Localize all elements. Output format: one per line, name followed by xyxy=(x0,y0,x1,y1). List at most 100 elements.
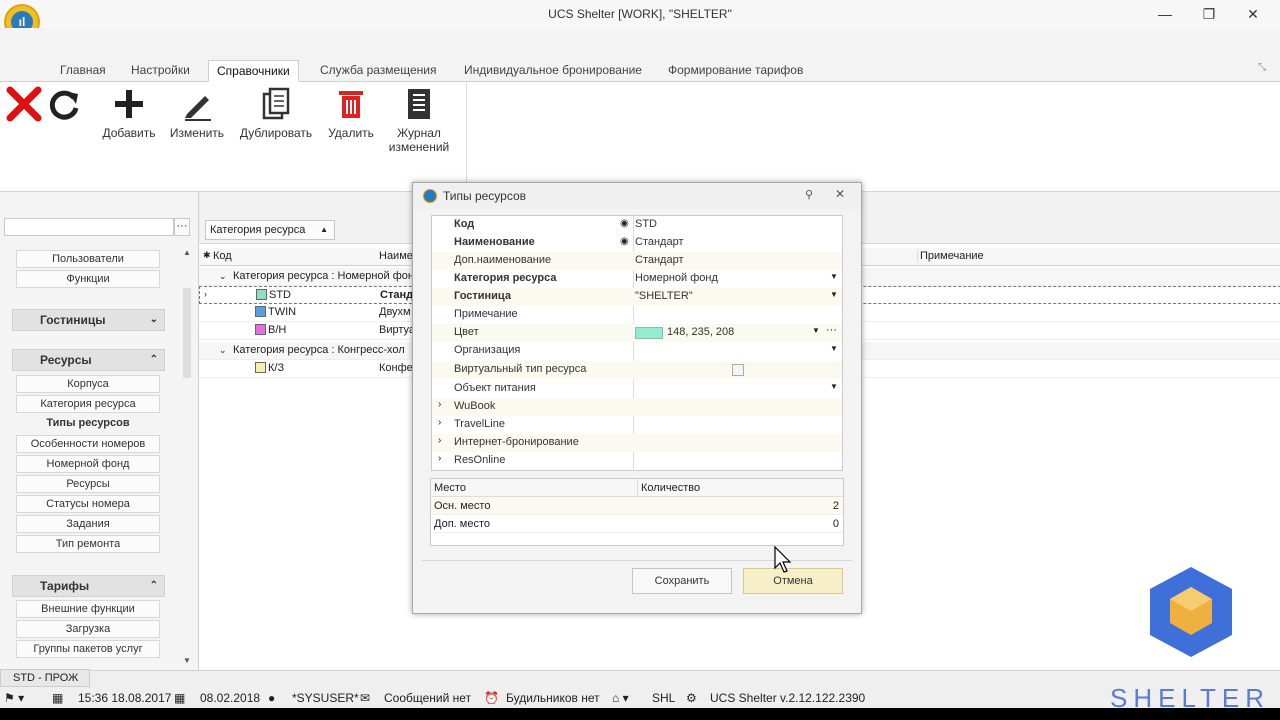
sidebar-item-room-statuses[interactable]: Статусы номера xyxy=(16,495,160,513)
restore-button[interactable]: ❐ xyxy=(1194,4,1224,24)
prop-resonline[interactable]: › ResOnline xyxy=(432,452,842,470)
flag-icon[interactable]: ⚑ ▾ xyxy=(4,691,24,705)
prop-name[interactable]: Наименование ◉ Стандарт xyxy=(432,234,842,252)
dialog-close-button[interactable]: ✕ xyxy=(835,187,845,201)
cancel-x-button[interactable] xyxy=(6,86,42,126)
prop-travelline[interactable]: › TravelLine xyxy=(432,416,842,434)
envelope-icon: ✉ xyxy=(360,691,371,705)
sidebar-item-users[interactable]: Пользователи xyxy=(16,250,160,268)
prop-value-alt-name[interactable]: Стандарт xyxy=(635,254,684,266)
scroll-up-icon[interactable]: ▲ xyxy=(183,248,191,257)
document-tab[interactable]: STD - ПРОЖ xyxy=(0,669,90,687)
sidebar-search-options-button[interactable]: ··· xyxy=(174,218,190,236)
sidebar-group-hotels[interactable]: Гостиницы ⌄ xyxy=(12,309,165,331)
table-row[interactable]: Доп. место 0 xyxy=(431,515,843,533)
tab-accommodation[interactable]: Служба размещения xyxy=(312,60,444,82)
prop-note[interactable]: Примечание xyxy=(432,306,842,324)
sidebar-item-load[interactable]: Загрузка xyxy=(16,620,160,638)
column-place[interactable]: Место xyxy=(434,482,466,494)
prop-value-category[interactable]: Номерной фонд xyxy=(635,272,718,284)
place-quantity[interactable]: 2 xyxy=(833,500,839,512)
prop-value-code[interactable]: STD xyxy=(635,218,657,230)
column-note[interactable]: Примечание xyxy=(917,250,1037,262)
sidebar-item-resources[interactable]: Ресурсы xyxy=(16,475,160,493)
sidebar-search-input[interactable] xyxy=(4,218,174,236)
dropdown-icon[interactable]: ▼ xyxy=(812,326,820,335)
close-window-button[interactable]: ✕ xyxy=(1238,4,1268,24)
sidebar-item-resource-category[interactable]: Категория ресурса xyxy=(16,395,160,413)
sidebar-item-service-packages[interactable]: Группы пакетов услуг xyxy=(16,640,160,658)
prop-value-color[interactable]: 148, 235, 208 xyxy=(667,326,734,338)
prop-code[interactable]: Код ◉ STD xyxy=(432,216,842,234)
tab-individual-booking[interactable]: Индивидуальное бронирование xyxy=(456,60,650,82)
shelter-logo-icon xyxy=(1150,567,1232,657)
group-by-chip[interactable]: Категория ресурса ▲ xyxy=(205,220,335,240)
status-alarms[interactable]: Будильников нет xyxy=(506,691,600,705)
prop-hotel[interactable]: Гостиница "SHELTER" ▼ xyxy=(432,288,842,306)
delete-button[interactable]: Удалить xyxy=(326,86,376,140)
sidebar-scrollbar[interactable]: ▲ ▼ xyxy=(183,248,193,666)
prop-wubook[interactable]: › WuBook xyxy=(432,398,842,416)
prop-color[interactable]: Цвет 148, 235, 208 ▼ ··· xyxy=(432,324,842,342)
sidebar-item-repair-type[interactable]: Тип ремонта xyxy=(16,535,160,553)
change-log-button[interactable]: Журнал изменений xyxy=(386,86,452,154)
prop-virtual-type[interactable]: Виртуальный тип ресурса xyxy=(432,361,842,379)
status-messages[interactable]: Сообщений нет xyxy=(384,691,471,705)
expand-icon[interactable]: › xyxy=(438,453,441,464)
column-quantity[interactable]: Количество xyxy=(641,482,700,494)
expand-icon[interactable]: › xyxy=(438,399,441,410)
tab-settings[interactable]: Настройки xyxy=(123,60,198,82)
tab-tariffs[interactable]: Формирование тарифов xyxy=(660,60,811,82)
place-quantity[interactable]: 0 xyxy=(833,518,839,530)
sidebar-group-tariffs[interactable]: Тарифы ⌃ xyxy=(12,575,165,597)
trash-icon xyxy=(339,91,363,118)
sidebar-item-room-stock[interactable]: Номерной фонд xyxy=(16,455,160,473)
sidebar-item-buildings[interactable]: Корпуса xyxy=(16,375,160,393)
sidebar-group-resources[interactable]: Ресурсы ⌃ xyxy=(12,349,165,371)
expand-icon[interactable]: › xyxy=(438,417,441,428)
virtual-type-checkbox[interactable] xyxy=(732,364,744,376)
refresh-button[interactable] xyxy=(46,86,82,126)
edit-button[interactable]: Изменить xyxy=(168,86,226,140)
prop-resource-category[interactable]: Категория ресурса Номерной фонд ▼ xyxy=(432,270,842,288)
row-code-text: STD xyxy=(269,289,291,301)
prop-internet-booking[interactable]: › Интернет-бронирование xyxy=(432,434,842,452)
row-code: К/З xyxy=(255,362,284,374)
dropdown-icon[interactable]: ▼ xyxy=(830,272,838,281)
collapse-ribbon-icon[interactable]: ⤡ xyxy=(1258,62,1266,73)
pin-icon[interactable]: ⚲ xyxy=(805,188,813,201)
status-user: *SYSUSER* xyxy=(292,691,359,705)
expand-icon[interactable]: › xyxy=(438,435,441,446)
tab-main[interactable]: Главная xyxy=(52,60,114,82)
dialog-titlebar: Типы ресурсов ⚲ ✕ xyxy=(413,183,861,209)
scroll-down-icon[interactable]: ▼ xyxy=(183,656,191,665)
gear-icon: ⚙ xyxy=(686,691,697,705)
cancel-button[interactable]: Отмена xyxy=(743,568,843,594)
window-title: UCS Shelter [WORK], "SHELTER" xyxy=(548,7,732,21)
sidebar-item-resource-types[interactable]: Типы ресурсов xyxy=(16,415,160,433)
prop-label: Доп.наименование xyxy=(454,254,552,266)
sort-up-icon: ▲ xyxy=(320,225,328,234)
scroll-thumb[interactable] xyxy=(183,288,191,378)
column-code[interactable]: Код xyxy=(213,250,373,262)
prop-organization[interactable]: Организация ▼ xyxy=(432,342,842,360)
window-titlebar: UCS Shelter [WORK], "SHELTER" — ❐ ✕ xyxy=(0,0,1280,28)
save-button[interactable]: Сохранить xyxy=(632,568,732,594)
table-row[interactable]: Осн. место 2 xyxy=(431,497,843,515)
dropdown-icon[interactable]: ▼ xyxy=(830,382,838,391)
prop-value-hotel[interactable]: "SHELTER" xyxy=(635,290,693,302)
add-button[interactable]: Добавить xyxy=(100,86,158,140)
prop-food-object[interactable]: Объект питания ▼ xyxy=(432,380,842,398)
duplicate-button[interactable]: Дублировать xyxy=(238,86,314,140)
tab-references[interactable]: Справочники xyxy=(208,60,299,82)
prop-value-name[interactable]: Стандарт xyxy=(635,236,684,248)
sidebar-item-room-features[interactable]: Особенности номеров xyxy=(16,435,160,453)
dropdown-icon[interactable]: ▼ xyxy=(830,344,838,353)
prop-alt-name[interactable]: Доп.наименование Стандарт xyxy=(432,252,842,270)
sidebar-item-tasks[interactable]: Задания xyxy=(16,515,160,533)
minimize-button[interactable]: — xyxy=(1150,4,1180,24)
sidebar-item-functions[interactable]: Функции xyxy=(16,270,160,288)
dropdown-icon[interactable]: ▼ xyxy=(830,290,838,299)
ellipsis-icon[interactable]: ··· xyxy=(826,324,837,336)
sidebar-item-external-functions[interactable]: Внешние функции xyxy=(16,600,160,618)
